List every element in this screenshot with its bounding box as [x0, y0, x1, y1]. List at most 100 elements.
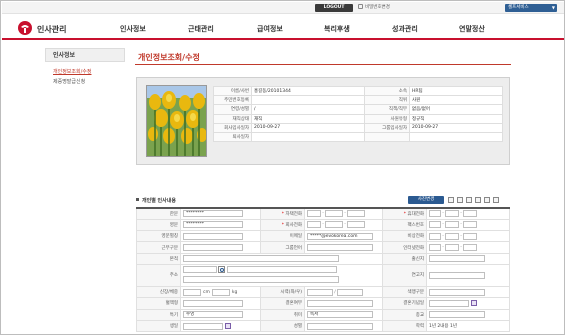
mobile-area-input[interactable]	[429, 210, 441, 218]
english-nickname-input[interactable]	[183, 232, 243, 240]
profile-value	[251, 131, 365, 143]
field-label: 종교	[382, 308, 427, 321]
nav-item-payroll[interactable]: 급여정보	[257, 24, 283, 34]
calendar-icon[interactable]	[225, 323, 231, 330]
profile-value: 2010-09-27	[251, 122, 365, 133]
internet-phone-mid-input[interactable]	[445, 244, 459, 252]
profile-label: 재직상태	[213, 113, 252, 124]
sight-left-input[interactable]	[307, 288, 333, 296]
home-phone-mid-input[interactable]	[325, 210, 343, 218]
sidebar-item-personal-info[interactable]: 개인정보조회/수정	[45, 68, 125, 75]
mobile-end-input[interactable]	[463, 210, 477, 218]
emergency-area-input[interactable]	[429, 232, 441, 240]
excel-icon[interactable]	[475, 197, 481, 203]
work-type-input[interactable]	[183, 244, 243, 252]
english-name-input[interactable]: ********	[183, 221, 243, 229]
internet-phone-end-input[interactable]	[463, 244, 477, 252]
table-row: 특기 수영 취미 독서 종교	[136, 308, 510, 321]
email-input[interactable]: *****@evokorea.com	[307, 232, 373, 240]
hobby-input[interactable]: 독서	[307, 311, 373, 319]
profile-label: 연령/성별	[213, 104, 252, 115]
search-icon[interactable]	[218, 265, 226, 273]
company-logo-icon	[18, 21, 32, 35]
page-title: 개인정보조회/수정	[138, 53, 200, 62]
field-cell	[180, 241, 261, 254]
sidebar-item-certificate-request[interactable]: 제증명발급신청	[45, 78, 125, 85]
emergency-end-input[interactable]	[463, 232, 477, 240]
top-utility-bar: LOGOUT 비밀번호변경 셀프서비스 ▼	[2, 2, 564, 14]
required-marker: *	[403, 211, 406, 217]
field-cell: cm kg	[180, 285, 261, 299]
table-row: 주소 연고지	[136, 263, 510, 287]
profile-label: 이름/사번	[213, 85, 252, 97]
field-label: 영문	[136, 218, 181, 232]
nav-item-attendance[interactable]: 근태관리	[188, 24, 214, 34]
office-phone-area-input[interactable]	[307, 221, 321, 229]
address-detail-input[interactable]	[183, 275, 339, 283]
required-marker: *	[281, 211, 284, 217]
field-label: * 휴대전화	[382, 207, 427, 220]
profile-card: 이름/사번 홍길동/20101344 소속 HR팀 주민번호등록 직위 사원 연…	[136, 77, 510, 165]
gender-input[interactable]	[307, 322, 373, 330]
office-phone-mid-input[interactable]	[325, 221, 343, 229]
hometown-input[interactable]	[429, 271, 485, 279]
hanmun-name-input[interactable]: ********	[183, 210, 243, 218]
print-icon[interactable]	[448, 197, 454, 203]
sidebar-title: 인사정보	[45, 48, 125, 62]
blood-type-input[interactable]	[183, 299, 243, 307]
group-language-input[interactable]	[307, 244, 373, 252]
wedding-date-input[interactable]	[429, 299, 469, 307]
birthday-input[interactable]	[183, 322, 223, 330]
header-divider	[2, 38, 564, 40]
mobile-mid-input[interactable]	[445, 210, 459, 218]
internet-phone-area-input[interactable]	[429, 244, 441, 252]
field-cell	[180, 297, 261, 310]
field-cell	[426, 297, 510, 310]
service-select[interactable]: 셀프서비스 ▼	[505, 4, 557, 12]
sight-right-input[interactable]	[337, 288, 363, 296]
marital-status-input[interactable]	[307, 299, 373, 307]
birthplace-input[interactable]	[429, 255, 485, 263]
header: 인사관리 인사정보 근태관리 급여정보 복리후생 성과관리 연말정산	[2, 14, 564, 38]
logout-button[interactable]: LOGOUT	[315, 4, 353, 12]
field-label: 비상전화	[382, 230, 427, 243]
field-label: 한문	[136, 207, 181, 220]
fax-end-input[interactable]	[463, 221, 477, 229]
nav-item-welfare[interactable]: 복리후생	[324, 24, 350, 34]
nav-item-year-end-tax[interactable]: 연말정산	[459, 24, 485, 34]
religion-input[interactable]	[429, 311, 485, 319]
up-down-icon[interactable]	[493, 197, 499, 203]
address-input[interactable]	[226, 265, 337, 273]
field-cell: --	[426, 207, 510, 220]
fax-mid-input[interactable]	[445, 221, 459, 229]
refresh-icon[interactable]	[484, 197, 490, 203]
field-label: 신장/체중	[136, 285, 181, 299]
password-change-link[interactable]: 비밀번호변경	[358, 4, 390, 12]
document-icon[interactable]	[466, 197, 472, 203]
nav-item-hr-info[interactable]: 인사정보	[120, 24, 146, 34]
unit-cm: cm	[203, 289, 210, 295]
registered-domicile-input[interactable]	[183, 255, 339, 263]
field-cell: *****@evokorea.com	[304, 230, 383, 243]
profile-label: 회사입사일자	[213, 122, 252, 133]
zipcode-input[interactable]	[183, 265, 217, 273]
field-cell	[426, 263, 510, 287]
nav-item-performance[interactable]: 성과관리	[392, 24, 418, 34]
home-phone-end-input[interactable]	[347, 210, 365, 218]
office-phone-end-input[interactable]	[347, 221, 365, 229]
field-cell: ********	[180, 218, 261, 232]
specialty-input[interactable]: 수영	[183, 311, 243, 319]
calendar-icon[interactable]	[471, 300, 477, 307]
field-cell	[180, 230, 261, 243]
color-blind-input[interactable]	[429, 288, 485, 296]
height-input[interactable]	[183, 288, 201, 296]
save-icon[interactable]	[457, 197, 463, 203]
home-phone-area-input[interactable]	[307, 210, 321, 218]
chevron-down-icon: ▼	[551, 5, 555, 10]
weight-input[interactable]	[211, 288, 230, 296]
fax-area-input[interactable]	[429, 221, 441, 229]
table-row: 생일 성별 학력 1년 2내용 1년	[136, 319, 510, 333]
field-cell: --	[426, 218, 510, 232]
emergency-mid-input[interactable]	[445, 232, 459, 240]
change-photo-button[interactable]: 사진변경	[408, 196, 444, 204]
